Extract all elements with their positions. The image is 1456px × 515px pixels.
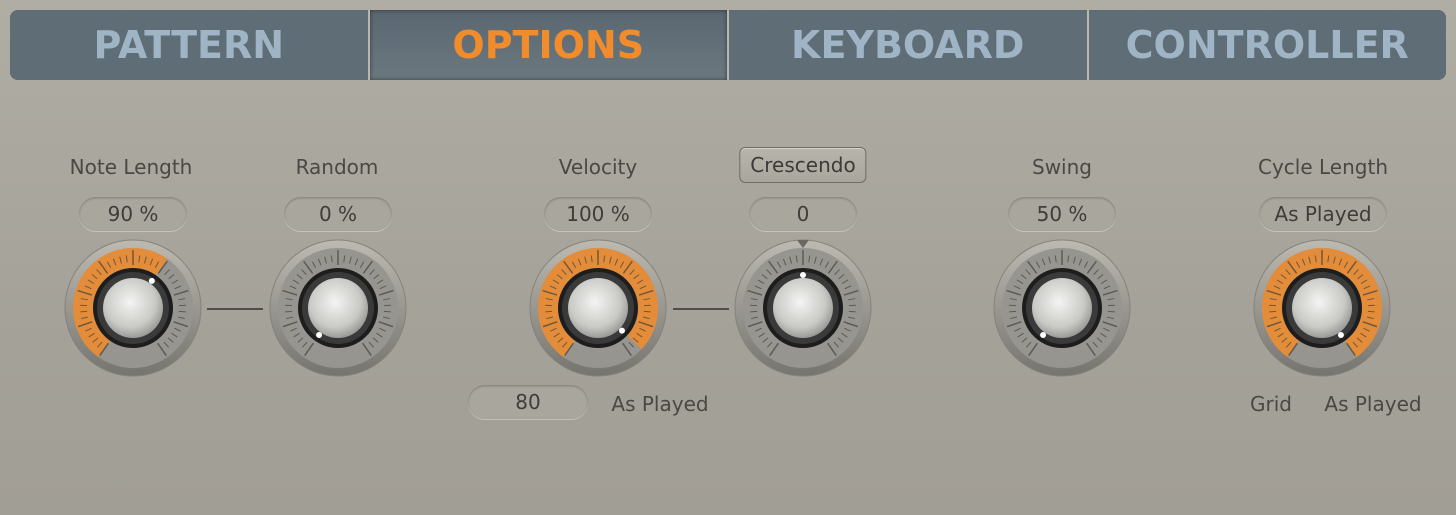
velocity-knob[interactable]: [528, 238, 668, 378]
knob-tick: [383, 310, 391, 313]
knob-pointer: [618, 327, 625, 334]
cycle-length-value[interactable]: As Played: [1259, 197, 1387, 231]
tab-pattern[interactable]: PATTERN: [10, 10, 370, 80]
random-label: Random: [295, 155, 379, 179]
swing-knob[interactable]: [992, 238, 1132, 378]
knob-tick: [750, 310, 758, 313]
link-line: [207, 308, 263, 310]
knob-cap: [308, 278, 368, 338]
cycle-length-label: Cycle Length: [1258, 155, 1388, 179]
knob-cap: [1292, 278, 1352, 338]
knob-pointer: [1337, 332, 1344, 339]
knob-tick: [848, 310, 856, 313]
note-length-knob[interactable]: [63, 238, 203, 378]
knob-pointer: [316, 332, 323, 339]
swing-label: Swing: [1032, 155, 1092, 179]
tab-options[interactable]: OPTIONS: [369, 10, 729, 80]
knob-tick: [178, 310, 186, 313]
note-length-label: Note Length: [69, 155, 193, 179]
knob-tick: [285, 310, 293, 313]
cycle-length-knob[interactable]: [1252, 238, 1392, 378]
crescendo-value[interactable]: 0: [749, 197, 857, 231]
velocity-max-label: As Played: [611, 392, 709, 416]
knob-pointer: [800, 272, 806, 278]
random-value[interactable]: 0 %: [284, 197, 392, 231]
velocity-label: Velocity: [558, 155, 638, 179]
tab-keyboard[interactable]: KEYBOARD: [729, 10, 1089, 80]
crescendo-knob[interactable]: [733, 238, 873, 378]
swing-value[interactable]: 50 %: [1008, 197, 1116, 231]
random-knob[interactable]: [268, 238, 408, 378]
knob-tick: [545, 310, 553, 313]
knob-tick: [643, 310, 651, 313]
knob-tick: [1269, 310, 1277, 313]
knob-cap: [773, 278, 833, 338]
knob-pointer: [1040, 332, 1047, 339]
tab-bar: PATTERN OPTIONS KEYBOARD CONTROLLER: [10, 10, 1446, 80]
arpeggiator-options-panel: PATTERN OPTIONS KEYBOARD CONTROLLER Note…: [0, 0, 1456, 515]
crescendo-button[interactable]: Crescendo: [739, 147, 867, 183]
velocity-min-value[interactable]: 80: [468, 385, 588, 419]
knob-pointer: [148, 277, 155, 284]
link-line: [673, 308, 729, 310]
cycle-length-max-label: As Played: [1324, 392, 1422, 416]
knob-tick: [1009, 310, 1017, 313]
knob-cap: [1032, 278, 1092, 338]
tab-controller[interactable]: CONTROLLER: [1088, 10, 1446, 80]
knob-tick: [1107, 310, 1115, 313]
cycle-length-min-label: Grid: [1250, 392, 1292, 416]
note-length-value[interactable]: 90 %: [79, 197, 187, 231]
velocity-value[interactable]: 100 %: [544, 197, 652, 231]
knob-cap: [568, 278, 628, 338]
knob-cap: [103, 278, 163, 338]
knob-tick: [1367, 310, 1375, 313]
knob-tick: [80, 310, 88, 313]
